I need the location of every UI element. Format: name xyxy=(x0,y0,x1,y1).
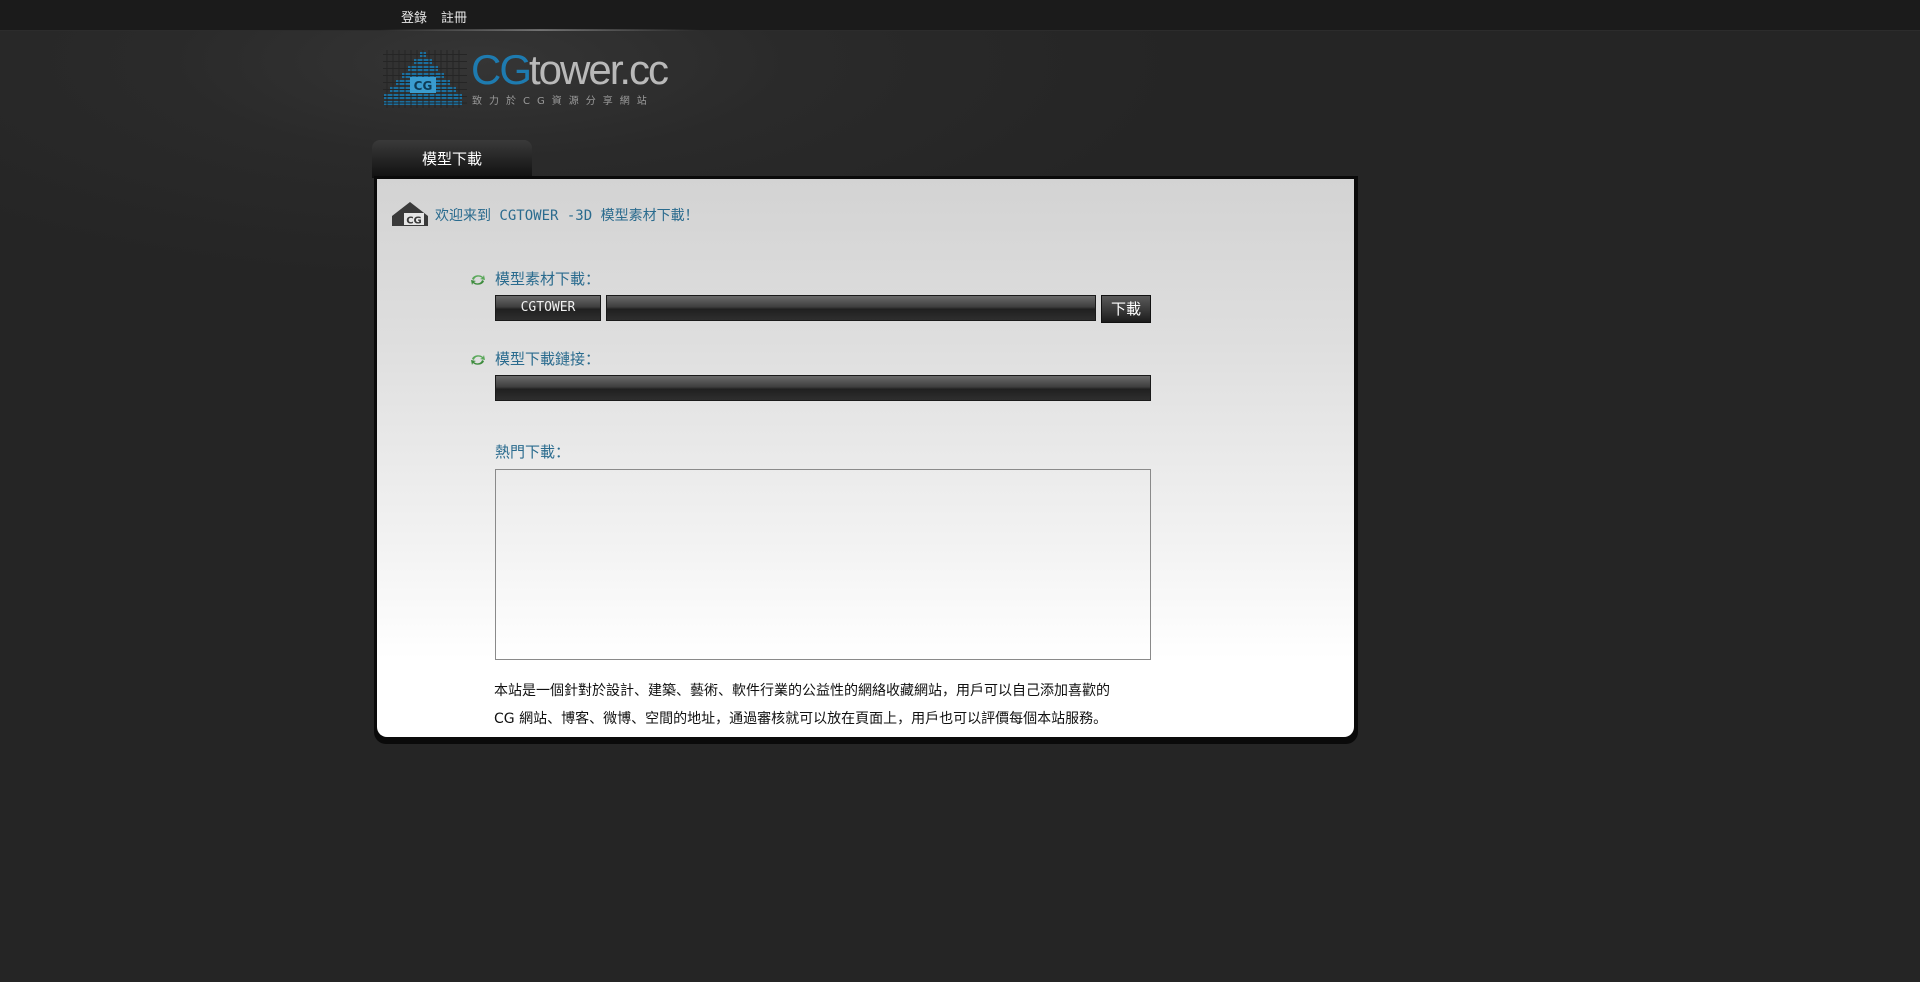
cg-house-icon: CG xyxy=(392,202,428,227)
svg-text:CG: CG xyxy=(406,216,422,227)
source-select-button[interactable]: CGTOWER xyxy=(495,295,601,321)
top-navigation-bar: 登錄 註冊 xyxy=(0,0,1920,31)
logo-slogan: 致力於CG資源分享網站 xyxy=(472,96,654,107)
main-panel: CG 欢迎来到 CGTOWER -3D 模型素材下載！ 模型素材下載： CGTO… xyxy=(377,179,1354,737)
login-link[interactable]: 登錄 xyxy=(401,7,427,26)
logo-brand-cg: CG xyxy=(471,46,532,93)
site-description-line-1: 本站是一個針對於設計、建築、藝術、軟件行業的公益性的網絡收藏網站，用戶可以自己添… xyxy=(494,683,1110,699)
refresh-arrows-icon xyxy=(471,275,485,285)
model-url-input[interactable] xyxy=(606,295,1096,321)
tab-model-download[interactable]: 模型下載 xyxy=(372,140,532,178)
site-description-line-2: CG 網站、博客、微博、空間的地址，通過審核就可以放在頁面上，用戶也可以評價每個… xyxy=(494,711,1108,727)
hot-downloads-box xyxy=(495,469,1151,660)
svg-text:CG: CG xyxy=(414,79,433,93)
download-link-label: 模型下載鏈接： xyxy=(495,350,601,368)
download-link-field[interactable] xyxy=(495,375,1151,401)
site-logo[interactable]: CG CG tower.cc 致力於CG資源分享網站 xyxy=(383,48,683,108)
welcome-message: 欢迎来到 CGTOWER -3D 模型素材下載！ xyxy=(435,208,699,224)
site-description: 本站是一個針對於設計、建築、藝術、軟件行業的公益性的網絡收藏網站，用戶可以自己添… xyxy=(494,677,1194,733)
refresh-arrows-icon xyxy=(471,355,485,365)
download-button[interactable]: 下載 xyxy=(1101,295,1151,323)
header-highlight-line xyxy=(380,29,700,31)
register-link[interactable]: 註冊 xyxy=(441,7,467,26)
pyramid-logo-icon: CG xyxy=(383,50,467,108)
model-download-label: 模型素材下載： xyxy=(495,270,601,288)
logo-brand-tower: tower.cc xyxy=(529,46,669,93)
hot-downloads-label: 熱門下載： xyxy=(495,443,571,461)
